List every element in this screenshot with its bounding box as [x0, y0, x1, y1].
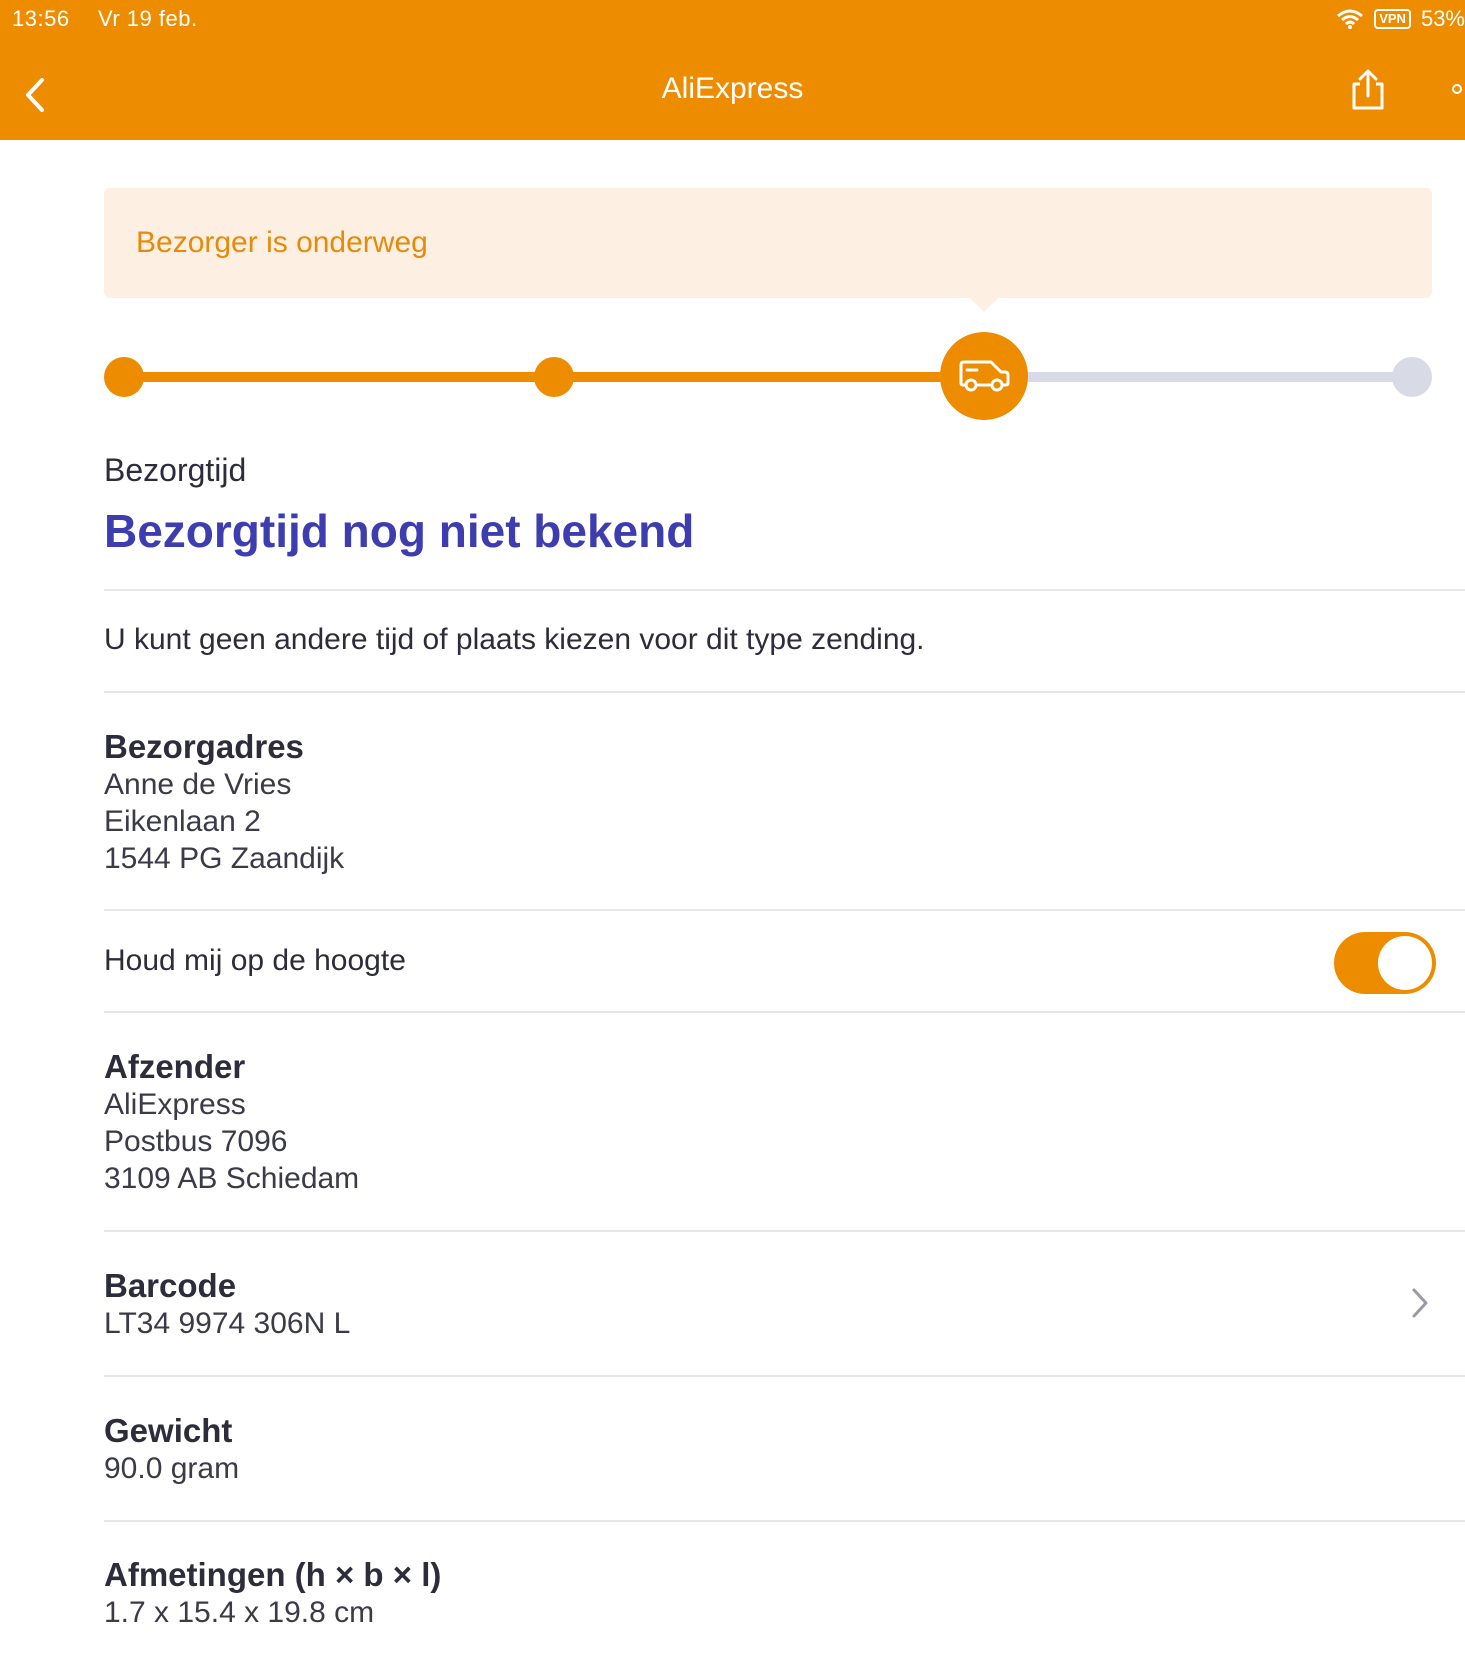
- barcode-value: LT34 9974 306N L: [104, 1307, 351, 1340]
- divider: [104, 1375, 1465, 1377]
- dimensions-info: Afmetingen (h × b × l) 1.7 x 15.4 x 19.8…: [104, 1556, 441, 1631]
- dimensions-value: 1.7 x 15.4 x 19.8 cm: [104, 1596, 375, 1629]
- share-icon[interactable]: [1346, 68, 1390, 112]
- banner-pointer: [970, 298, 998, 312]
- barcode-heading: Barcode: [104, 1267, 237, 1304]
- divider: [104, 1011, 1465, 1013]
- page-title: AliExpress: [661, 72, 804, 105]
- status-time: 13:56: [12, 6, 70, 31]
- sender-street: Postbus 7096: [104, 1125, 288, 1158]
- chevron-right-icon[interactable]: [1410, 1286, 1430, 1320]
- top-bar: 13:56 Vr 19 feb. VPN 53% AliExpress: [0, 0, 1465, 140]
- notify-toggle[interactable]: [1334, 932, 1436, 994]
- sender-city: 3109 AB Schiedam: [104, 1162, 360, 1195]
- delivery-time-label: Bezorgtijd: [104, 452, 247, 488]
- notify-label: Houd mij op de hoogte: [104, 944, 406, 977]
- progress-step-1: [104, 357, 144, 397]
- divider: [104, 1520, 1465, 1522]
- progress-step-2: [534, 357, 574, 397]
- battery-level: 53%: [1420, 6, 1465, 31]
- address-name: Anne de Vries: [104, 768, 292, 801]
- status-indicators: VPN 53%: [1336, 5, 1465, 33]
- divider: [104, 589, 1465, 591]
- progress-step-4: [1392, 357, 1432, 397]
- divider: [104, 691, 1465, 693]
- address-heading: Bezorgadres: [104, 728, 304, 765]
- barcode-row[interactable]: Barcode LT34 9974 306N L: [104, 1267, 350, 1342]
- divider: [104, 1230, 1465, 1232]
- vpn-badge: VPN: [1374, 9, 1411, 29]
- weight-info: Gewicht 90.0 gram: [104, 1412, 239, 1487]
- notice-text: U kunt geen andere tijd of plaats kiezen…: [104, 623, 925, 656]
- status-banner-text: Bezorger is onderweg: [136, 226, 428, 259]
- divider: [104, 909, 1465, 911]
- address-street: Eikenlaan 2: [104, 805, 261, 838]
- progress-track-remaining: [1024, 372, 1414, 382]
- wifi-icon: [1337, 9, 1364, 29]
- more-icon[interactable]: [1452, 84, 1462, 94]
- progress-step-current: [940, 332, 1028, 420]
- weight-heading: Gewicht: [104, 1412, 233, 1449]
- sender-heading: Afzender: [104, 1048, 246, 1085]
- delivery-time-value: Bezorgtijd nog niet bekend: [104, 505, 695, 557]
- toggle-knob: [1378, 936, 1432, 990]
- sender-info: Afzender AliExpress Postbus 7096 3109 AB…: [104, 1048, 359, 1197]
- weight-value: 90.0 gram: [104, 1452, 240, 1485]
- status-date: Vr 19 feb.: [98, 6, 198, 31]
- delivery-van-icon: [959, 360, 1010, 392]
- address-city: 1544 PG Zaandijk: [104, 842, 345, 875]
- dimensions-heading: Afmetingen (h × b × l): [104, 1556, 442, 1593]
- delivery-progress: [104, 332, 1432, 422]
- status-banner: Bezorger is onderweg: [104, 188, 1432, 298]
- sender-name: AliExpress: [104, 1088, 246, 1121]
- delivery-address: Bezorgadres Anne de Vries Eikenlaan 2 15…: [104, 728, 344, 877]
